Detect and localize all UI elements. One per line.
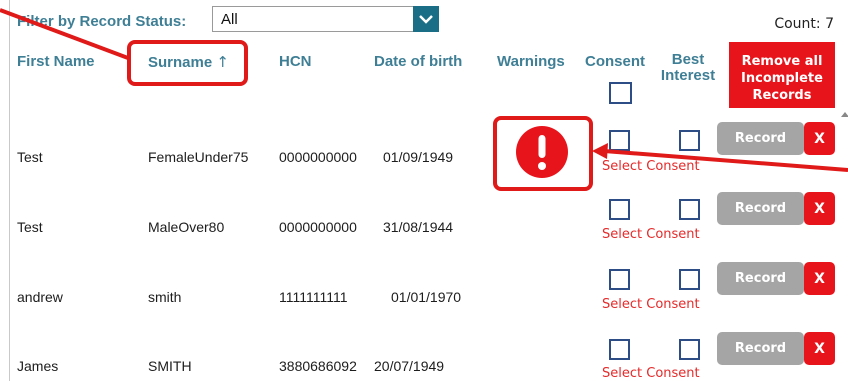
record-button[interactable]: Record (717, 262, 804, 295)
column-hcn[interactable]: HCN (279, 53, 312, 70)
warning-annotation-arrowhead (592, 143, 608, 159)
cell-date-of-birth: 01/01/1970 (391, 289, 462, 305)
consent-checkbox[interactable] (609, 199, 630, 220)
cell-date-of-birth: 31/08/1944 (383, 219, 454, 235)
cell-first-name: Test (17, 219, 43, 235)
warning-highlight (493, 116, 593, 191)
column-first-name[interactable]: First Name (17, 53, 95, 70)
record-status-select[interactable]: All (212, 6, 439, 32)
record-count: Count: 7 (774, 16, 834, 32)
remove-all-line1: Remove all (741, 53, 823, 69)
column-warnings: Warnings (497, 53, 565, 70)
column-best-interest-line1: Best (671, 51, 705, 68)
delete-row-button[interactable]: X (804, 122, 835, 155)
consent-checkbox[interactable] (609, 130, 630, 151)
remove-all-incomplete-button[interactable]: Remove all Incomplete Records (729, 42, 835, 108)
column-consent: Consent (585, 53, 645, 70)
delete-row-button[interactable]: X (804, 262, 835, 295)
left-divider (9, 0, 10, 381)
cell-date-of-birth: 20/07/1949 (374, 358, 445, 374)
delete-row-button[interactable]: X (804, 192, 835, 225)
remove-all-line2: Incomplete (741, 70, 823, 86)
cell-date-of-birth: 01/09/1949 (383, 149, 454, 165)
cell-surname: smith (148, 289, 182, 305)
record-button[interactable]: Record (717, 192, 804, 225)
select-consent-warning: Select Consent (602, 227, 700, 242)
consent-select-all-checkbox[interactable] (609, 82, 632, 104)
select-consent-warning: Select Consent (602, 366, 700, 381)
cell-surname: MaleOver80 (148, 219, 225, 235)
consent-checkbox[interactable] (609, 269, 630, 290)
cell-surname: FemaleUnder75 (148, 149, 249, 165)
cell-first-name: Test (17, 149, 43, 165)
column-best-interest-line2: Interest (660, 67, 716, 84)
surname-sort-highlight (127, 40, 248, 86)
cell-hcn: 3880686092 (279, 358, 357, 374)
cell-hcn: 1111111111 (279, 289, 348, 305)
cell-first-name: James (17, 358, 59, 374)
record-button[interactable]: Record (717, 332, 804, 365)
remove-all-line3: Records (752, 87, 812, 103)
cell-surname: SMITH (148, 358, 192, 374)
column-best-interest: Best Interest (656, 52, 720, 84)
best-interest-checkbox[interactable] (679, 199, 700, 220)
select-consent-warning: Select Consent (602, 159, 700, 174)
filter-label: Filter by Record Status: (17, 13, 187, 30)
best-interest-checkbox[interactable] (679, 269, 700, 290)
best-interest-checkbox[interactable] (679, 339, 700, 360)
best-interest-checkbox[interactable] (679, 130, 700, 151)
delete-row-button[interactable]: X (804, 332, 835, 365)
record-button[interactable]: Record (717, 122, 804, 155)
cell-first-name: andrew (17, 289, 63, 305)
consent-checkbox[interactable] (609, 339, 630, 360)
cell-hcn: 0000000000 (279, 219, 357, 235)
chevron-down-icon[interactable] (413, 6, 439, 32)
column-date-of-birth[interactable]: Date of birth (374, 53, 462, 70)
select-consent-warning: Select Consent (602, 297, 700, 312)
record-status-value: All (221, 11, 238, 28)
scroll-up-arrow-icon[interactable] (841, 112, 848, 117)
cell-hcn: 0000000000 (279, 149, 357, 165)
